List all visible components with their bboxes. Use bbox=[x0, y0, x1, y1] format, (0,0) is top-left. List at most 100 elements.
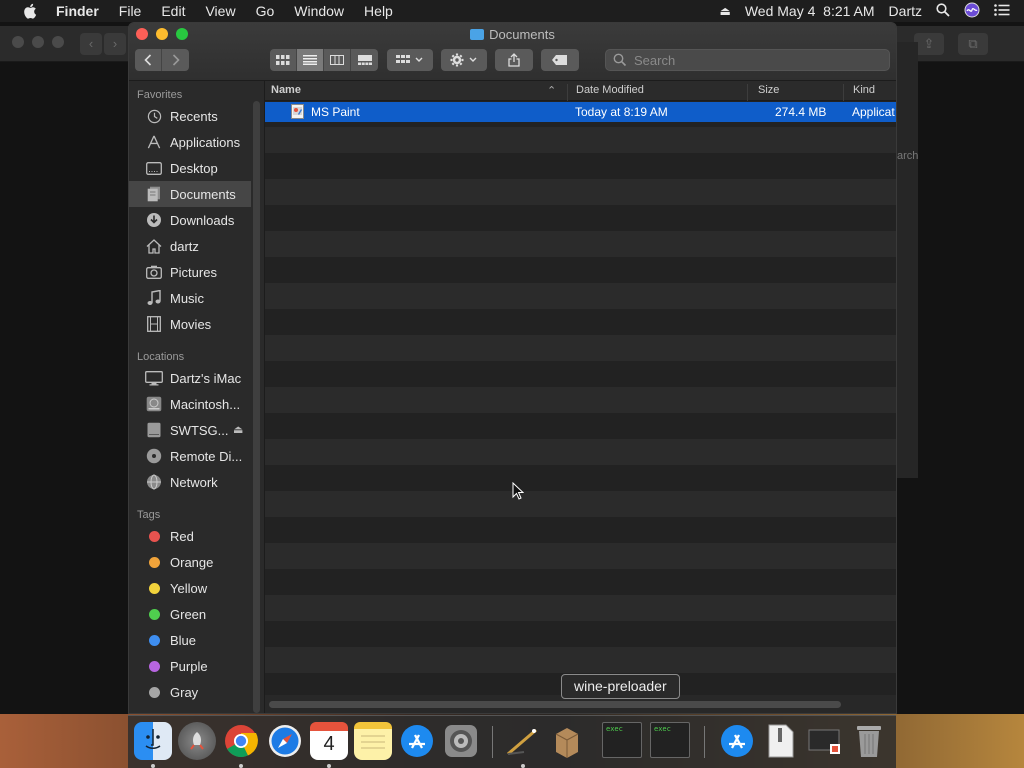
sidebar-tag-orange[interactable]: Orange bbox=[129, 549, 251, 575]
window-toolbar: Documents bbox=[129, 23, 896, 81]
sidebar-tag-red[interactable]: Red bbox=[129, 523, 251, 549]
running-indicator bbox=[239, 764, 243, 768]
sidebar-item-movies[interactable]: Movies bbox=[129, 311, 251, 337]
sidebar-item-applications[interactable]: Applications bbox=[129, 129, 251, 155]
folder-icon bbox=[470, 29, 485, 40]
finder-window: Documents Search Favorites Recents Appli… bbox=[128, 22, 897, 714]
sidebar-item-imac[interactable]: Dartz's iMac bbox=[129, 365, 251, 391]
bg-back-button[interactable]: ‹ bbox=[80, 33, 102, 55]
app-store-dock-icon[interactable] bbox=[398, 722, 436, 760]
edit-tags-button[interactable] bbox=[541, 49, 579, 71]
column-header-name[interactable]: Name bbox=[271, 84, 301, 96]
group-by-button[interactable] bbox=[387, 49, 433, 71]
notification-center-icon[interactable] bbox=[994, 3, 1010, 19]
menu-edit[interactable]: Edit bbox=[161, 3, 185, 19]
table-row[interactable]: MS Paint Today at 8:19 AM 274.4 MB Appli… bbox=[265, 102, 896, 122]
eject-icon[interactable]: ⏏ bbox=[233, 423, 243, 436]
sidebar-item-label: Movies bbox=[170, 316, 212, 332]
calendar-dock-icon[interactable]: 4 bbox=[310, 722, 348, 760]
sidebar-item-remote-disc[interactable]: Remote Di... bbox=[129, 443, 251, 469]
bg-tabs-button[interactable]: ⧉ bbox=[958, 33, 988, 55]
sidebar-item-label: Remote Di... bbox=[170, 448, 243, 464]
sidebar-item-pictures[interactable]: Pictures bbox=[129, 259, 251, 285]
app-store-folder-dock-icon[interactable] bbox=[718, 722, 756, 760]
sidebar-item-label: Applications bbox=[170, 134, 241, 150]
bg-close-button[interactable] bbox=[12, 36, 24, 48]
menu-finder[interactable]: Finder bbox=[56, 3, 99, 19]
sidebar-tag-green[interactable]: Green bbox=[129, 601, 251, 627]
search-field[interactable] bbox=[605, 49, 890, 71]
menu-file[interactable]: File bbox=[119, 3, 142, 19]
apple-menu-icon[interactable] bbox=[20, 3, 40, 19]
column-header-kind[interactable]: Kind bbox=[853, 84, 875, 96]
bg-minimize-button[interactable] bbox=[32, 36, 44, 48]
system-preferences-dock-icon[interactable] bbox=[442, 722, 480, 760]
terminal-app-dock-icon[interactable] bbox=[504, 722, 542, 760]
trash-dock-icon[interactable] bbox=[850, 722, 888, 760]
archive-utility-dock-icon[interactable] bbox=[548, 722, 586, 760]
sidebar-item-label: Documents bbox=[170, 186, 236, 202]
sidebar-item-recents[interactable]: Recents bbox=[129, 103, 251, 129]
notes-dock-icon[interactable] bbox=[354, 722, 392, 760]
sidebar-item-downloads[interactable]: Downloads bbox=[129, 207, 251, 233]
sidebar-item-external-drive[interactable]: SWTSG... ⏏ bbox=[129, 417, 251, 443]
bg-share-button[interactable]: ⇪ bbox=[914, 33, 944, 55]
gallery-view-button[interactable] bbox=[351, 49, 378, 71]
navigation-buttons bbox=[135, 49, 189, 71]
menu-view[interactable]: View bbox=[205, 3, 235, 19]
chrome-dock-icon[interactable] bbox=[222, 722, 260, 760]
sidebar-item-macintosh-hd[interactable]: Macintosh... bbox=[129, 391, 251, 417]
icon-view-button[interactable] bbox=[270, 49, 297, 71]
clock-icon bbox=[145, 108, 163, 124]
back-button[interactable] bbox=[135, 49, 162, 71]
eject-menu-icon[interactable]: ⏏ bbox=[720, 4, 731, 18]
sidebar-item-label: Macintosh... bbox=[170, 396, 241, 412]
sidebar-item-label: Music bbox=[170, 290, 204, 306]
sidebar-tag-blue[interactable]: Blue bbox=[129, 627, 251, 653]
menu-help[interactable]: Help bbox=[364, 3, 393, 19]
finder-dock-icon[interactable] bbox=[134, 722, 172, 760]
sidebar-item-documents[interactable]: Documents bbox=[129, 181, 251, 207]
forward-button[interactable] bbox=[162, 49, 189, 71]
screenshot-file-dock-icon[interactable] bbox=[806, 722, 844, 760]
share-button[interactable] bbox=[495, 49, 533, 71]
clock-text[interactable]: Wed May 4 8:21 AM bbox=[745, 3, 875, 19]
sidebar-tag-yellow[interactable]: Yellow bbox=[129, 575, 251, 601]
mouse-pointer-icon bbox=[512, 482, 524, 500]
sidebar-item-network[interactable]: Network bbox=[129, 469, 251, 495]
exec-window-thumbnail-1[interactable]: exec bbox=[602, 722, 642, 758]
menu-go[interactable]: Go bbox=[256, 3, 275, 19]
hard-disk-icon bbox=[145, 396, 163, 412]
zip-file-dock-icon[interactable] bbox=[762, 722, 800, 760]
column-header-size[interactable]: Size bbox=[758, 84, 779, 96]
safari-dock-icon[interactable] bbox=[266, 722, 304, 760]
bg-forward-button[interactable]: › bbox=[104, 33, 126, 55]
action-gear-button[interactable] bbox=[441, 49, 487, 71]
siri-icon[interactable] bbox=[964, 2, 980, 21]
sidebar-item-label: Pictures bbox=[170, 264, 217, 280]
sidebar-item-label: Recents bbox=[170, 108, 218, 124]
user-menu[interactable]: Dartz bbox=[889, 3, 922, 19]
sidebar-tag-purple[interactable]: Purple bbox=[129, 653, 251, 679]
sidebar-scrollbar[interactable] bbox=[253, 101, 260, 713]
file-rows-background bbox=[265, 101, 896, 695]
sidebar-item-desktop[interactable]: Desktop bbox=[129, 155, 251, 181]
menu-window[interactable]: Window bbox=[294, 3, 344, 19]
download-icon bbox=[145, 212, 163, 228]
file-name: MS Paint bbox=[311, 105, 360, 119]
sidebar-tag-gray[interactable]: Gray bbox=[129, 679, 251, 705]
sidebar-item-music[interactable]: Music bbox=[129, 285, 251, 311]
horizontal-scrollbar[interactable] bbox=[269, 701, 841, 708]
launchpad-dock-icon[interactable] bbox=[178, 722, 216, 760]
exec-window-thumbnail-2[interactable]: exec bbox=[650, 722, 690, 758]
column-view-button[interactable] bbox=[324, 49, 351, 71]
list-view-button[interactable] bbox=[297, 49, 324, 71]
file-size: 274.4 MB bbox=[775, 105, 827, 119]
search-input[interactable] bbox=[634, 52, 874, 68]
locations-heading: Locations bbox=[137, 351, 185, 363]
spotlight-search-icon[interactable] bbox=[936, 2, 950, 20]
sidebar-item-label: Green bbox=[170, 606, 207, 622]
column-header-date-modified[interactable]: Date Modified bbox=[576, 84, 644, 96]
bg-zoom-button[interactable] bbox=[52, 36, 64, 48]
sidebar-item-home[interactable]: dartz bbox=[129, 233, 251, 259]
